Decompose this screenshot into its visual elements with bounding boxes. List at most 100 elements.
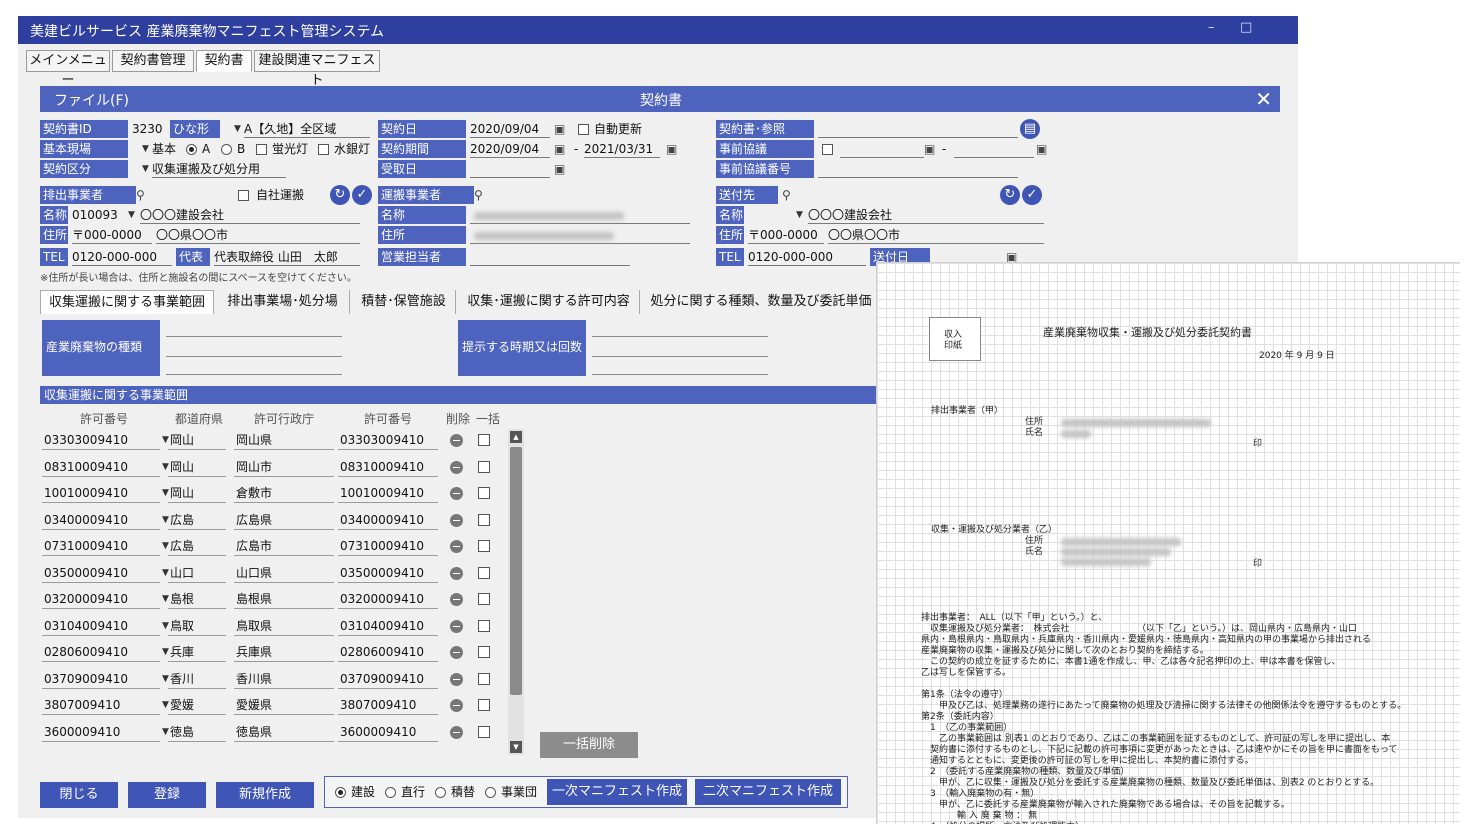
pre-consult-from-field[interactable] <box>840 140 924 158</box>
authority-cell[interactable]: 兵庫県 <box>234 642 334 662</box>
permit-no-cell[interactable]: 3600009410 <box>42 722 160 742</box>
radio-construction[interactable] <box>335 787 346 798</box>
authority-cell[interactable]: 岡山県 <box>234 430 334 450</box>
contract-type-dropdown-icon[interactable]: ▼ <box>142 164 149 174</box>
contract-ref-field[interactable] <box>818 120 1018 138</box>
calendar-icon[interactable]: ▣ <box>554 140 565 158</box>
base-site-dropdown-icon[interactable]: ▼ <box>142 144 149 154</box>
calendar-icon[interactable]: ▣ <box>666 140 677 158</box>
permit-no-cell[interactable]: 3807009410 <box>42 695 160 715</box>
mercury-checkbox[interactable] <box>318 144 329 155</box>
emitter-rep-field[interactable]: 代表取締役 山田 太郎 <box>214 248 360 266</box>
permit-no-cell[interactable]: 03303009410 <box>42 430 160 450</box>
close-icon[interactable]: ✕ <box>1255 86 1272 112</box>
base-site-select[interactable]: 基本 <box>152 140 182 158</box>
period-to-field[interactable]: 2021/03/31 <box>584 140 660 158</box>
sendto-name-dropdown-icon[interactable]: ▼ <box>796 210 803 220</box>
sendto-confirm-icon[interactable]: ✓ <box>1022 185 1042 205</box>
authority-cell[interactable]: 倉敷市 <box>234 483 334 503</box>
minimize-button[interactable]: – <box>1208 20 1215 35</box>
pre-consult-checkbox[interactable] <box>822 144 833 155</box>
prefecture-cell[interactable]: 岡山 <box>168 457 226 477</box>
permit-no-2-cell[interactable]: 03104009410 <box>338 616 438 636</box>
permit-no-2-cell[interactable]: 08310009410 <box>338 457 438 477</box>
emitter-zip-field[interactable]: 〒000-0000 <box>72 226 152 244</box>
permit-no-2-cell[interactable]: 03303009410 <box>338 430 438 450</box>
pre-consult-to-field[interactable] <box>954 140 1034 158</box>
permit-no-cell[interactable]: 07310009410 <box>42 536 160 556</box>
radio-a[interactable] <box>186 144 197 155</box>
permit-no-cell[interactable]: 03400009410 <box>42 510 160 530</box>
maximize-button[interactable]: □ <box>1240 20 1252 35</box>
permit-no-cell[interactable]: 03709009410 <box>42 669 160 689</box>
tab-contract[interactable]: 契約書 <box>196 50 252 72</box>
close-button[interactable]: 閉じる <box>40 782 118 808</box>
received-date-field[interactable] <box>470 160 550 178</box>
timing-button[interactable]: 提示する時期又は回数 <box>458 320 586 376</box>
authority-cell[interactable]: 広島市 <box>234 536 334 556</box>
sendto-name-select[interactable]: 〇〇〇建設会社 <box>808 206 1044 224</box>
scroll-down-icon[interactable]: ▼ <box>510 741 522 753</box>
permit-no-2-cell[interactable]: 03200009410 <box>338 589 438 609</box>
prefecture-cell[interactable]: 島根 <box>168 589 226 609</box>
authority-cell[interactable]: 香川県 <box>234 669 334 689</box>
permit-no-cell[interactable]: 10010009410 <box>42 483 160 503</box>
bulk-select-checkbox[interactable] <box>478 514 490 526</box>
bulk-select-checkbox[interactable] <box>478 699 490 711</box>
authority-cell[interactable]: 愛媛県 <box>234 695 334 715</box>
authority-cell[interactable]: 広島県 <box>234 510 334 530</box>
emitter-refresh-icon[interactable]: ↻ <box>330 185 350 205</box>
permit-no-2-cell[interactable]: 02806009410 <box>338 642 438 662</box>
permit-no-2-cell[interactable]: 3600009410 <box>338 722 438 742</box>
subtab-storage[interactable]: 積替･保管施設 <box>352 290 456 314</box>
calendar-icon[interactable]: ▣ <box>1036 140 1047 158</box>
authority-cell[interactable]: 島根県 <box>234 589 334 609</box>
radio-b[interactable] <box>221 144 232 155</box>
auto-renew-checkbox[interactable] <box>578 124 589 135</box>
fluorescent-checkbox[interactable] <box>256 144 267 155</box>
subtab-emission-sites[interactable]: 排出事業場･処分場 <box>216 290 350 314</box>
table-scrollbar[interactable]: ▲ ▼ <box>508 429 524 755</box>
permit-no-cell[interactable]: 03500009410 <box>42 563 160 583</box>
contract-date-field[interactable]: 2020/09/04 <box>470 120 550 138</box>
waste-type-button[interactable]: 産業廃棄物の種類 <box>42 320 160 376</box>
pre-consult-no-field[interactable] <box>818 160 1018 178</box>
prefecture-cell[interactable]: 香川 <box>168 669 226 689</box>
primary-manifest-button[interactable]: 一次マニフェスト作成 <box>547 779 687 805</box>
radio-transship[interactable] <box>435 787 446 798</box>
sendto-refresh-icon[interactable]: ↻ <box>1000 185 1020 205</box>
bulk-delete-button[interactable]: 一括削除 <box>540 732 638 758</box>
bulk-select-checkbox[interactable] <box>478 461 490 473</box>
bulk-select-checkbox[interactable] <box>478 620 490 632</box>
emitter-name-dropdown-icon[interactable]: ▼ <box>128 210 135 220</box>
bulk-select-checkbox[interactable] <box>478 567 490 579</box>
bulk-select-checkbox[interactable] <box>478 726 490 738</box>
delete-row-icon[interactable] <box>450 593 463 606</box>
delete-row-icon[interactable] <box>450 699 463 712</box>
authority-cell[interactable]: 山口県 <box>234 563 334 583</box>
template-select[interactable]: A【久地】全区域 <box>244 120 370 138</box>
calendar-icon[interactable]: ▣ <box>554 160 565 178</box>
delete-row-icon[interactable] <box>450 514 463 527</box>
sendto-search-icon[interactable]: ⚲ <box>782 186 791 204</box>
prefecture-cell[interactable]: 鳥取 <box>168 616 226 636</box>
bulk-select-checkbox[interactable] <box>478 593 490 605</box>
permit-no-2-cell[interactable]: 03500009410 <box>338 563 438 583</box>
new-button[interactable]: 新規作成 <box>216 782 314 808</box>
permit-no-cell[interactable]: 03104009410 <box>42 616 160 636</box>
authority-cell[interactable]: 鳥取県 <box>234 616 334 636</box>
permit-no-2-cell[interactable]: 03709009410 <box>338 669 438 689</box>
emitter-search-icon[interactable]: ⚲ <box>136 186 145 204</box>
prefecture-cell[interactable]: 兵庫 <box>168 642 226 662</box>
self-transport-checkbox[interactable] <box>238 190 249 201</box>
period-from-field[interactable]: 2020/09/04 <box>470 140 550 158</box>
prefecture-cell[interactable]: 山口 <box>168 563 226 583</box>
permit-no-2-cell[interactable]: 03400009410 <box>338 510 438 530</box>
prefecture-cell[interactable]: 広島 <box>168 510 226 530</box>
prefecture-cell[interactable]: 岡山 <box>168 483 226 503</box>
radio-direct[interactable] <box>385 787 396 798</box>
scroll-thumb[interactable] <box>510 447 522 695</box>
emitter-address-field[interactable]: 〇〇県〇〇市 <box>156 226 360 244</box>
sendto-address-field[interactable]: 〇〇県〇〇市 <box>828 226 1044 244</box>
bulk-select-checkbox[interactable] <box>478 673 490 685</box>
